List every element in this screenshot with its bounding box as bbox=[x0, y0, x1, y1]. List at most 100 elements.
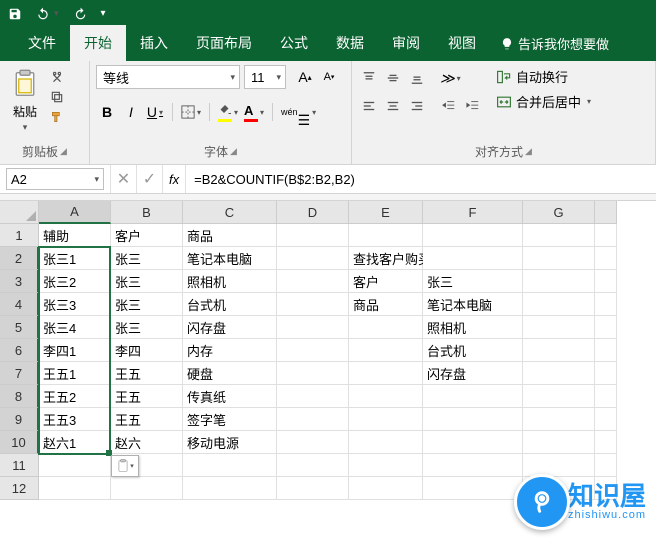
cell[interactable] bbox=[423, 224, 523, 247]
shrink-font-button[interactable]: A▾ bbox=[318, 66, 340, 88]
phonetic-button[interactable]: wén☰▾ bbox=[279, 101, 318, 123]
cell[interactable] bbox=[523, 316, 595, 339]
cell[interactable] bbox=[595, 385, 617, 408]
row-header[interactable]: 11 bbox=[0, 454, 39, 477]
cell[interactable]: 张三 bbox=[423, 270, 523, 293]
decrease-indent-button[interactable] bbox=[438, 95, 460, 117]
cell[interactable] bbox=[349, 362, 423, 385]
tab-insert[interactable]: 插入 bbox=[126, 25, 182, 61]
wrap-text-button[interactable]: 自动换行 bbox=[496, 67, 591, 86]
cell[interactable] bbox=[423, 247, 523, 270]
cell[interactable] bbox=[349, 408, 423, 431]
tab-layout[interactable]: 页面布局 bbox=[182, 25, 266, 61]
cell[interactable] bbox=[423, 454, 523, 477]
borders-button[interactable]: ▾ bbox=[179, 101, 203, 123]
cell[interactable] bbox=[595, 293, 617, 316]
cell[interactable] bbox=[423, 408, 523, 431]
cell[interactable] bbox=[595, 224, 617, 247]
row-header[interactable]: 5 bbox=[0, 316, 39, 339]
row-header[interactable]: 2 bbox=[0, 247, 39, 270]
bold-button[interactable]: B bbox=[96, 101, 118, 123]
row-header[interactable]: 6 bbox=[0, 339, 39, 362]
cell[interactable] bbox=[523, 224, 595, 247]
cell[interactable] bbox=[277, 385, 349, 408]
tab-home[interactable]: 开始 bbox=[70, 25, 126, 61]
font-color-button[interactable]: A▾ bbox=[242, 101, 266, 123]
cell[interactable]: 笔记本电脑 bbox=[183, 247, 277, 270]
cell[interactable] bbox=[423, 431, 523, 454]
tab-formulas[interactable]: 公式 bbox=[266, 25, 322, 61]
underline-button[interactable]: U▾ bbox=[144, 101, 166, 123]
cell[interactable] bbox=[39, 454, 111, 477]
cell[interactable] bbox=[183, 454, 277, 477]
cell[interactable] bbox=[523, 293, 595, 316]
cell[interactable]: 笔记本电脑 bbox=[423, 293, 523, 316]
cell[interactable] bbox=[277, 454, 349, 477]
cell[interactable]: 王五 bbox=[111, 385, 183, 408]
align-top-button[interactable] bbox=[358, 67, 380, 89]
cell[interactable]: 闪存盘 bbox=[423, 362, 523, 385]
cell[interactable]: 移动电源 bbox=[183, 431, 277, 454]
cell[interactable]: 张三 bbox=[111, 293, 183, 316]
cell[interactable] bbox=[595, 362, 617, 385]
cell[interactable] bbox=[595, 247, 617, 270]
cell[interactable] bbox=[349, 339, 423, 362]
cell[interactable] bbox=[39, 477, 111, 500]
italic-button[interactable]: I bbox=[120, 101, 142, 123]
col-header[interactable]: A bbox=[39, 201, 111, 224]
cell[interactable]: 王五2 bbox=[39, 385, 111, 408]
increase-indent-button[interactable] bbox=[462, 95, 484, 117]
font-size-select[interactable]: 11▾ bbox=[244, 65, 286, 89]
cell[interactable]: 内存 bbox=[183, 339, 277, 362]
cell[interactable] bbox=[523, 431, 595, 454]
cancel-formula-button[interactable]: ✕ bbox=[111, 165, 137, 193]
cell[interactable] bbox=[277, 362, 349, 385]
select-all-corner[interactable] bbox=[0, 201, 39, 224]
cut-button[interactable] bbox=[48, 69, 66, 85]
cell[interactable]: 商品 bbox=[349, 293, 423, 316]
row-header[interactable]: 8 bbox=[0, 385, 39, 408]
cell[interactable] bbox=[277, 224, 349, 247]
cell[interactable]: 王五3 bbox=[39, 408, 111, 431]
cell[interactable] bbox=[423, 385, 523, 408]
redo-icon[interactable] bbox=[71, 7, 89, 21]
cell[interactable] bbox=[277, 247, 349, 270]
col-header[interactable]: D bbox=[277, 201, 349, 224]
cell[interactable] bbox=[349, 316, 423, 339]
row-header[interactable]: 12 bbox=[0, 477, 39, 500]
cell[interactable]: 张三2 bbox=[39, 270, 111, 293]
cell[interactable]: 张三1 bbox=[39, 247, 111, 270]
name-box[interactable]: A2▾ bbox=[6, 168, 104, 190]
tab-review[interactable]: 审阅 bbox=[378, 25, 434, 61]
row-header[interactable]: 10 bbox=[0, 431, 39, 454]
cell[interactable]: 客户 bbox=[349, 270, 423, 293]
col-header[interactable] bbox=[595, 201, 617, 224]
cell[interactable]: 辅助 bbox=[39, 224, 111, 247]
cell[interactable] bbox=[277, 339, 349, 362]
align-launcher[interactable]: ◢ bbox=[525, 146, 532, 157]
cell[interactable] bbox=[523, 247, 595, 270]
cell[interactable] bbox=[349, 477, 423, 500]
tab-file[interactable]: 文件 bbox=[14, 25, 70, 61]
tab-data[interactable]: 数据 bbox=[322, 25, 378, 61]
cell[interactable]: 赵六1 bbox=[39, 431, 111, 454]
cell[interactable] bbox=[595, 270, 617, 293]
cell[interactable] bbox=[277, 270, 349, 293]
cell[interactable]: 硬盘 bbox=[183, 362, 277, 385]
cell[interactable] bbox=[349, 224, 423, 247]
font-launcher[interactable]: ◢ bbox=[230, 146, 237, 157]
cell[interactable] bbox=[277, 431, 349, 454]
cell[interactable]: 张三 bbox=[111, 247, 183, 270]
cell[interactable]: 照相机 bbox=[183, 270, 277, 293]
tab-view[interactable]: 视图 bbox=[434, 25, 490, 61]
cell[interactable] bbox=[277, 408, 349, 431]
formula-input[interactable]: =B2&COUNTIF(B$2:B2,B2) bbox=[186, 172, 656, 187]
cell[interactable]: 张三4 bbox=[39, 316, 111, 339]
cell[interactable] bbox=[349, 454, 423, 477]
font-name-select[interactable]: 等线▾ bbox=[96, 65, 240, 89]
enter-formula-button[interactable]: ✓ bbox=[137, 165, 163, 193]
format-painter-button[interactable] bbox=[48, 109, 66, 125]
cell[interactable] bbox=[277, 316, 349, 339]
cell[interactable]: 王五 bbox=[111, 362, 183, 385]
cell[interactable] bbox=[595, 316, 617, 339]
